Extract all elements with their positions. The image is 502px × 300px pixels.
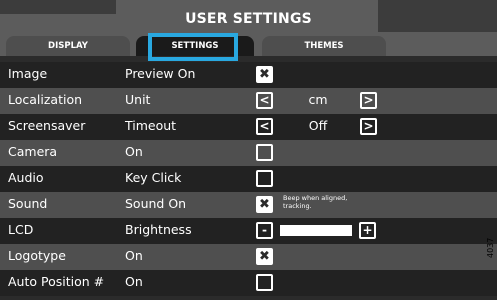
- sound-checkbox[interactable]: ✖: [256, 196, 273, 213]
- tab-themes[interactable]: THEMES: [262, 36, 386, 56]
- tab-display[interactable]: DISPLAY: [6, 36, 130, 56]
- timeout-next-button[interactable]: >: [360, 118, 377, 135]
- setting-name: Image: [8, 66, 48, 81]
- setting-name: Localization: [8, 92, 83, 107]
- logotype-checkbox[interactable]: ✖: [256, 248, 273, 265]
- selected-tab-highlight: [148, 33, 238, 61]
- setting-value: Brightness: [125, 222, 192, 237]
- setting-name: Audio: [8, 170, 44, 185]
- unit-prev-button[interactable]: <: [256, 92, 273, 109]
- timeout-value: Off: [308, 118, 328, 133]
- settings-row-audio: Audio Key Click: [0, 166, 497, 192]
- settings-row-image: Image Preview On ✖: [0, 62, 497, 88]
- unit-next-button[interactable]: >: [360, 92, 377, 109]
- settings-list: Image Preview On ✖ Localization Unit < c…: [0, 62, 497, 296]
- checkmark-icon: ✖: [259, 67, 270, 82]
- setting-value: Timeout: [125, 118, 177, 133]
- image-checkbox[interactable]: ✖: [256, 66, 273, 83]
- page-title: USER SETTINGS: [185, 11, 312, 27]
- settings-row-localization: Localization Unit < cm >: [0, 88, 497, 114]
- brightness-increase-button[interactable]: +: [359, 222, 376, 239]
- sound-note: Beep when aligned, tracking.: [283, 194, 348, 210]
- settings-row-sound: Sound Sound On ✖ Beep when aligned, trac…: [0, 192, 497, 218]
- setting-name: Screensaver: [8, 118, 86, 133]
- setting-name: Logotype: [8, 248, 66, 263]
- unit-value: cm: [308, 92, 328, 107]
- setting-value: On: [125, 144, 143, 159]
- settings-row-screensaver: Screensaver Timeout < Off >: [0, 114, 497, 140]
- header: USER SETTINGS DISPLAY SETTINGS THEMES: [0, 0, 497, 61]
- timeout-prev-button[interactable]: <: [256, 118, 273, 135]
- checkmark-icon: ✖: [259, 249, 270, 264]
- setting-name: Sound: [8, 196, 48, 211]
- settings-row-logotype: Logotype On ✖: [0, 244, 497, 270]
- setting-value: On: [125, 248, 143, 263]
- figure-id: 4037: [486, 237, 495, 258]
- camera-checkbox[interactable]: [256, 144, 273, 161]
- setting-value: Preview On: [125, 66, 196, 81]
- settings-row-auto-position: Auto Position # On: [0, 270, 497, 296]
- setting-value: On: [125, 274, 143, 289]
- setting-value: Key Click: [125, 170, 182, 185]
- setting-name: LCD: [8, 222, 34, 237]
- setting-value: Sound On: [125, 196, 187, 211]
- brightness-slider[interactable]: [280, 225, 352, 236]
- user-settings-screen: USER SETTINGS DISPLAY SETTINGS THEMES Im…: [0, 0, 497, 300]
- settings-row-camera: Camera On: [0, 140, 497, 166]
- setting-value: Unit: [125, 92, 151, 107]
- settings-row-lcd: LCD Brightness - +: [0, 218, 497, 244]
- checkmark-icon: ✖: [259, 197, 270, 212]
- setting-name: Auto Position #: [8, 274, 105, 289]
- setting-name: Camera: [8, 144, 58, 159]
- auto-position-checkbox[interactable]: [256, 274, 273, 291]
- brightness-decrease-button[interactable]: -: [256, 222, 273, 239]
- key-click-checkbox[interactable]: [256, 170, 273, 187]
